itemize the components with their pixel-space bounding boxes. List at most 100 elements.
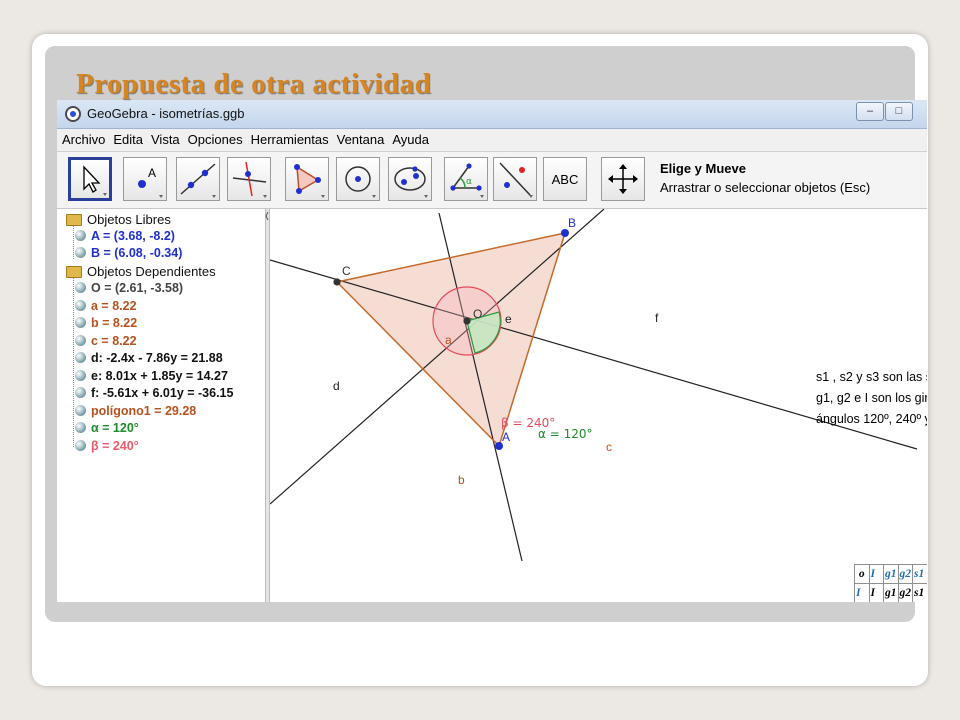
visibility-toggle-icon[interactable] [75, 230, 86, 241]
line-tool-button[interactable] [176, 157, 220, 201]
folder-icon [66, 266, 82, 278]
label-f: f [655, 311, 659, 325]
angle-tool-button[interactable]: α [444, 157, 488, 201]
algebra-item[interactable]: d: -2.4x - 7.86y = 21.88 [75, 351, 223, 365]
table-cell: o [854, 564, 870, 584]
geogebra-app-icon [65, 106, 81, 122]
reflect-tool-button[interactable] [493, 157, 537, 201]
point-tool-button[interactable]: A [123, 157, 167, 201]
label-a: a [445, 333, 452, 347]
visibility-toggle-icon[interactable] [75, 335, 86, 346]
label-A: A [502, 430, 510, 444]
algebra-item-text: α = 120° [91, 421, 139, 435]
visibility-toggle-icon[interactable] [75, 352, 86, 363]
algebra-item-text: a = 8.22 [91, 299, 137, 313]
perpendicular-line-icon [232, 161, 267, 198]
point-C[interactable] [333, 278, 341, 286]
algebra-item-text: b = 8.22 [91, 316, 138, 330]
menu-ventana[interactable]: Ventana [332, 129, 388, 147]
perpendicular-tool-button[interactable] [227, 157, 271, 201]
algebra-item[interactable]: O = (2.61, -3.58) [75, 281, 183, 295]
visibility-toggle-icon[interactable] [75, 317, 86, 328]
label-O: O [473, 307, 482, 321]
point-B[interactable] [561, 229, 569, 237]
menu-bar: Archivo Edita Vista Opciones Herramientas Ven… [57, 129, 927, 152]
tree-connector [73, 225, 74, 259]
visibility-toggle-icon[interactable] [75, 247, 86, 258]
tool-hint-description: Arrastrar o seleccionar objetos (Esc) [660, 180, 871, 195]
circle-tool-button[interactable] [336, 157, 380, 201]
explanation-line-2: g1, g2 e I son los giros de centro O y [816, 391, 927, 405]
minimize-button[interactable]: – [856, 102, 884, 121]
menu-archivo[interactable]: Archivo [57, 129, 108, 147]
table-row: o I g1 g2 s1 s2 s3 [854, 564, 927, 584]
polygon-tool-button[interactable] [285, 157, 329, 201]
geogebra-window: GeoGebra - isometrías.ggb – □ Archivo Edi… [57, 100, 927, 602]
svg-text:A: A [148, 166, 156, 180]
window-title: GeoGebra - isometrías.ggb [87, 106, 245, 121]
algebra-item[interactable]: b = 8.22 [75, 316, 138, 330]
visibility-toggle-icon[interactable] [75, 422, 86, 433]
graphics-view[interactable]: B A C O a b c d e f β = 240° α = 120° s1… [270, 209, 927, 602]
maximize-button[interactable]: □ [885, 102, 913, 121]
menu-opciones[interactable]: Opciones [183, 129, 246, 147]
algebra-item[interactable]: a = 8.22 [75, 299, 137, 313]
label-e: e [505, 312, 512, 326]
visibility-toggle-icon[interactable] [75, 405, 86, 416]
algebra-item[interactable]: A = (3.68, -8.2) [75, 229, 175, 243]
visibility-toggle-icon[interactable] [75, 300, 86, 311]
window-titlebar: GeoGebra - isometrías.ggb – □ [57, 100, 927, 129]
line-f[interactable] [270, 209, 605, 505]
conic-tool-button[interactable] [388, 157, 432, 201]
table-cell: I [868, 564, 884, 584]
table-row: I I g1 g2 s1 s2 s3 [854, 583, 927, 602]
polygon-icon [294, 164, 325, 198]
menu-vista[interactable]: Vista [146, 129, 183, 147]
free-objects-header[interactable]: Objetos Libres [87, 212, 171, 227]
visibility-toggle-icon[interactable] [75, 282, 86, 293]
composition-table: o I g1 g2 s1 s2 s3 I I g1 g2 s1 s2 s3 g1… [854, 564, 927, 602]
algebra-item-text: e: 8.01x + 1.85y = 14.27 [91, 369, 228, 383]
explanation-line-3: ángulos 120º, 240º y 360º, [816, 412, 927, 426]
slide-title: Propuesta de otra actividad [76, 68, 432, 100]
algebra-item[interactable]: c = 8.22 [75, 334, 137, 348]
cursor-arrow-icon [83, 165, 107, 196]
ellipse-icon [394, 166, 428, 198]
reflect-line-icon [499, 162, 533, 198]
table-cell: g1 [883, 583, 899, 602]
line-icon [180, 163, 216, 198]
algebra-item[interactable]: polígono1 = 29.28 [75, 404, 196, 418]
algebra-item[interactable]: α = 120° [75, 421, 139, 435]
algebra-view: Objetos Libres Objetos Dependientes A = … [57, 209, 265, 602]
table-cell: s1 [912, 583, 927, 602]
alpha-label: α = 120° [538, 427, 593, 441]
algebra-item[interactable]: B = (6.08, -0.34) [75, 246, 182, 260]
point-icon: A [138, 166, 163, 198]
explanation-line-1: s1 , s2 y s3 son las simetrías de ejes A… [816, 370, 927, 384]
algebra-item[interactable]: f: -5.61x + 6.01y = -36.15 [75, 386, 234, 400]
algebra-item[interactable]: e: 8.01x + 1.85y = 14.27 [75, 369, 228, 383]
visibility-toggle-icon[interactable] [75, 387, 86, 398]
algebra-item-text: A = (3.68, -8.2) [91, 229, 175, 243]
table-cell: s1 [912, 564, 927, 584]
menu-herramientas[interactable]: Herramientas [246, 129, 332, 147]
visibility-toggle-icon[interactable] [75, 370, 86, 381]
point-O[interactable] [463, 317, 471, 325]
visibility-toggle-icon[interactable] [75, 440, 86, 451]
tool-hint-title: Elige y Mueve [660, 161, 746, 176]
menu-edita[interactable]: Edita [108, 129, 146, 147]
label-C: C [342, 264, 351, 278]
angle-icon: α [450, 163, 484, 198]
geometry-canvas[interactable]: B A C O a b c d e f β = 240° α = 120° [270, 209, 927, 602]
algebra-item-text: f: -5.61x + 6.01y = -36.15 [91, 386, 234, 400]
table-cell: g2 [897, 583, 913, 602]
move-view-tool-button[interactable] [601, 157, 645, 201]
table-cell: I [868, 583, 884, 602]
toolbar: A α ABC Elige y Mueve Arrastrar o selecc… [57, 152, 927, 209]
dependent-objects-header[interactable]: Objetos Dependientes [87, 264, 216, 279]
menu-ayuda[interactable]: Ayuda [387, 129, 432, 147]
text-tool-button[interactable]: ABC [543, 157, 587, 201]
move-tool-button[interactable] [68, 157, 112, 201]
algebra-item[interactable]: β = 240° [75, 439, 139, 453]
algebra-item-text: d: -2.4x - 7.86y = 21.88 [91, 351, 223, 365]
